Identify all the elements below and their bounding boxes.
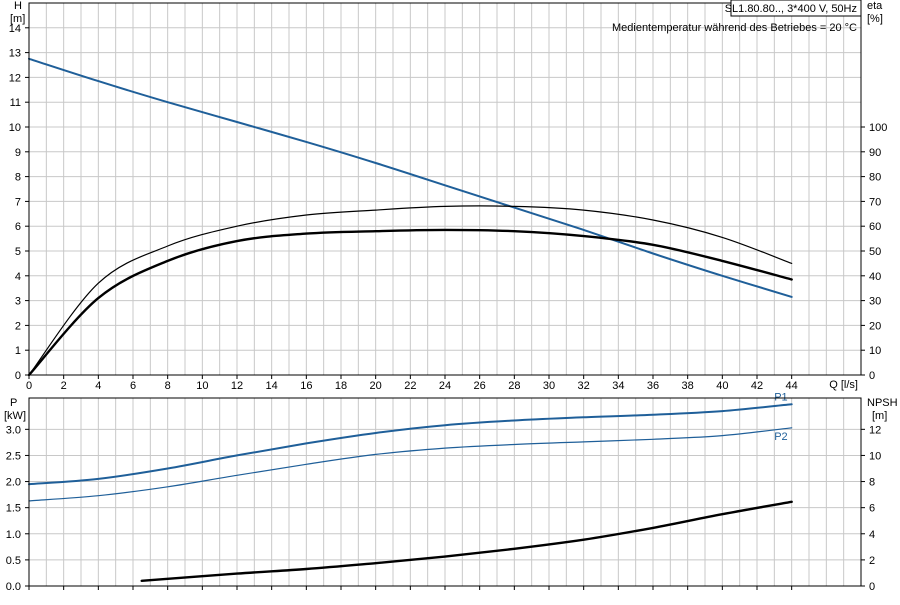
y2-tick-label: 10 <box>869 450 881 462</box>
x-tick-label: 28 <box>508 380 520 392</box>
x-tick-label: 10 <box>196 380 208 392</box>
y-tick-label: 4 <box>15 271 21 283</box>
power-axis-unit: [kW] <box>4 410 26 422</box>
x-tick-label: 32 <box>578 380 590 392</box>
x-tick-label: 36 <box>647 380 659 392</box>
y2-tick-label: 100 <box>869 122 887 134</box>
y2-tick-label: 50 <box>869 246 881 258</box>
head-axis-unit: [m] <box>10 13 25 25</box>
y-tick-label: 0 <box>15 370 21 382</box>
y2-tick-label: 12 <box>869 424 881 436</box>
x-tick-label: 34 <box>612 380 624 392</box>
y2-tick-label: 6 <box>869 503 875 515</box>
y2-tick-label: 0 <box>869 581 875 593</box>
y2-tick-label: 2 <box>869 555 875 567</box>
y2-tick-label: 10 <box>869 345 881 357</box>
y-tick-label: 13 <box>9 48 21 60</box>
y2-tick-label: 20 <box>869 320 881 332</box>
x-tick-label: 18 <box>335 380 347 392</box>
y2-tick-label: 60 <box>869 221 881 233</box>
x-tick-label: 24 <box>439 380 451 392</box>
pump-performance-chart: 0 2 4 6 8 10 12 14 16 18 20 22 24 26 28 30 32 34 36 38 40 42 4… <box>0 0 900 600</box>
y-tick-label: 3.0 <box>6 424 21 436</box>
y-tick-label: 0.5 <box>6 555 21 567</box>
x-tick-label: 16 <box>300 380 312 392</box>
y2-tick-label: 80 <box>869 172 881 184</box>
y-tick-label: 2 <box>15 320 21 332</box>
y-tick-label: 1.5 <box>6 503 21 515</box>
y2-tick-label: 4 <box>869 529 875 541</box>
chart-canvas: 0 2 4 6 8 10 12 14 16 18 20 22 24 26 28 30 32 34 36 38 40 42 4… <box>4 0 898 593</box>
y-tick-label: 7 <box>15 196 21 208</box>
x-tick-label: 12 <box>231 380 243 392</box>
y2-tick-label: 40 <box>869 271 881 283</box>
x-tick-label: 6 <box>130 380 136 392</box>
npsh-axis-unit: [m] <box>872 410 887 422</box>
x-tick-label: 38 <box>682 380 694 392</box>
condition-note: Medientemperatur während des Betriebes =… <box>612 22 857 34</box>
flow-axis-label: Q [l/s] <box>829 379 858 391</box>
x-tick-label: 22 <box>404 380 416 392</box>
eta-axis-unit: [%] <box>867 13 883 25</box>
y2-tick-label: 8 <box>869 477 875 489</box>
npsh-axis-label: NPSH <box>867 397 898 409</box>
x-tick-label: 20 <box>370 380 382 392</box>
y-tick-label: 0.0 <box>6 581 21 593</box>
x-tick-label: 26 <box>474 380 486 392</box>
y-tick-label: 1 <box>15 345 21 357</box>
y-tick-label: 12 <box>9 72 21 84</box>
x-tick-label: 30 <box>543 380 555 392</box>
series-label-p2: P2 <box>774 431 787 443</box>
y-tick-label: 5 <box>15 246 21 258</box>
top-panel-ticks: 0 2 4 6 8 10 12 14 16 18 20 22 24 26 28 30 32 34 36 38 40 42 4… <box>9 23 888 392</box>
series-line-npsh <box>140 500 793 582</box>
y-tick-label: 1.0 <box>6 529 21 541</box>
y-tick-label: 2.5 <box>6 450 21 462</box>
y-tick-label: 11 <box>10 97 21 109</box>
x-tick-label: 14 <box>266 380 278 392</box>
y-tick-label: 3 <box>15 296 21 308</box>
x-tick-label: 40 <box>716 380 728 392</box>
series-label-p1: P1 <box>774 391 787 403</box>
y-tick-label: 2.0 <box>6 477 21 489</box>
eta-axis-label: eta <box>867 0 883 12</box>
x-tick-label: 44 <box>786 380 798 392</box>
y-tick-label: 10 <box>9 122 21 134</box>
x-tick-label: 2 <box>61 380 67 392</box>
y-tick-label: 9 <box>15 147 21 159</box>
head-axis-label: H <box>14 0 22 12</box>
y2-tick-label: 0 <box>869 370 875 382</box>
y2-tick-label: 90 <box>869 147 881 159</box>
x-tick-label: 8 <box>165 380 171 392</box>
power-axis-label: P <box>10 397 17 409</box>
model-label: SL1.80.80.., 3*400 V, 50Hz <box>725 3 857 15</box>
y2-tick-label: 30 <box>869 296 881 308</box>
y-tick-label: 8 <box>15 172 21 184</box>
y-tick-label: 6 <box>15 221 21 233</box>
x-tick-label: 4 <box>95 380 101 392</box>
y2-tick-label: 70 <box>869 196 881 208</box>
x-tick-label: 42 <box>751 380 763 392</box>
x-tick-label: 0 <box>26 380 32 392</box>
top-panel-grid <box>29 3 861 375</box>
